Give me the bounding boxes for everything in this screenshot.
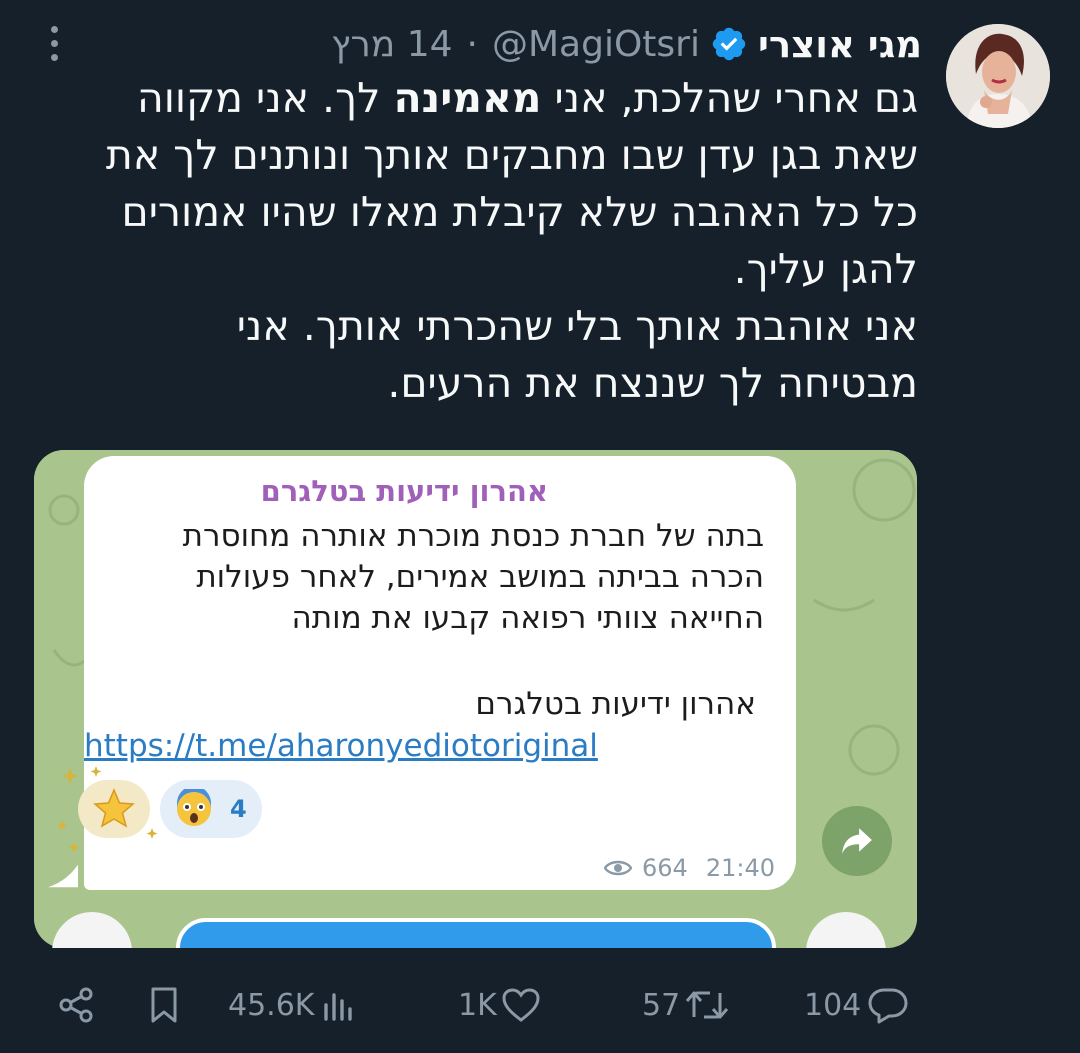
views-button[interactable]: 45.6K bbox=[228, 975, 358, 1035]
tweet-date[interactable]: 14 מרץ bbox=[331, 24, 452, 65]
views-icon bbox=[324, 993, 353, 1021]
retweet-icon bbox=[686, 991, 729, 1019]
message-line: החייאה צוותי רפואה קבעו את מותה bbox=[291, 600, 764, 636]
tweet-line: להגן עליך. bbox=[733, 245, 918, 293]
reaction-fearful[interactable]: 4 bbox=[160, 780, 262, 838]
tweet-line: אני אוהבת אותך בלי שהכרתי אותך. אני bbox=[236, 302, 918, 350]
share-arrow-icon[interactable] bbox=[822, 806, 892, 876]
media-clip-left bbox=[0, 450, 34, 950]
message-line: הכרה בביתה במושב אמירים, לאחר פעולות bbox=[196, 559, 764, 595]
views-count: 45.6K bbox=[228, 987, 315, 1023]
like-button[interactable]: 1K bbox=[458, 975, 541, 1035]
more-options-icon[interactable] bbox=[46, 26, 62, 66]
tweet-text-segment: לך. אני מקווה bbox=[136, 74, 394, 122]
like-icon bbox=[502, 988, 540, 1022]
telegram-message-text: בתה של חברת כנסת מוכרת אותרה מחוסרת הכרה… bbox=[84, 516, 764, 639]
message-time: 21:40 bbox=[705, 854, 775, 882]
avatar[interactable] bbox=[946, 24, 1050, 128]
verified-icon bbox=[710, 25, 748, 63]
tweet-line: כל כל האהבה שלא קיבלת מאלו שהיו אמורים bbox=[121, 188, 918, 236]
telegram-signature: אהרון ידיעות בטלגרם bbox=[475, 686, 756, 722]
bubble-tail bbox=[48, 864, 78, 888]
likes-count: 1K bbox=[458, 987, 497, 1023]
tweet-action-bar: 45.6K 1K 57 104 bbox=[0, 975, 1080, 1035]
reaction-star[interactable] bbox=[78, 780, 150, 838]
view-count: 664 bbox=[642, 854, 688, 882]
replies-count: 104 bbox=[804, 987, 862, 1023]
reaction-count: 4 bbox=[230, 795, 247, 823]
message-line: בתה של חברת כנסת מוכרת אותרה מחוסרת bbox=[182, 518, 764, 554]
telegram-channel-name[interactable]: אהרון ידיעות בטלגרם bbox=[261, 474, 548, 508]
reply-button[interactable]: 104 bbox=[804, 975, 909, 1035]
tweet-bold-word: מאמינה bbox=[393, 74, 542, 122]
author-name[interactable]: מגי אוצרי bbox=[758, 23, 922, 66]
share-icon[interactable] bbox=[56, 975, 96, 1035]
bookmark-icon[interactable] bbox=[148, 975, 180, 1035]
eye-icon bbox=[604, 860, 632, 876]
retweets-count: 57 bbox=[642, 987, 681, 1023]
screaming-face-icon bbox=[177, 789, 211, 826]
message-meta: 664 21:40 bbox=[604, 852, 775, 884]
author-handle[interactable]: @MagiOtsri bbox=[492, 24, 700, 65]
tweet-text: גם אחרי שהלכת, אני מאמינה לך. אני מקווה … bbox=[28, 70, 918, 412]
media-clip-right bbox=[917, 450, 1080, 950]
tweet-line: גם אחרי שהלכת, אני מאמינה לך. אני מקווה bbox=[28, 70, 918, 127]
retweet-button[interactable]: 57 bbox=[642, 975, 730, 1035]
separator-dot: · bbox=[466, 23, 478, 65]
tweet-line: שאת בגן עדן שבו מחבקים אותך ונותנים לך א… bbox=[105, 131, 918, 179]
reply-icon bbox=[868, 988, 908, 1024]
tweet-text-segment: גם אחרי שהלכת, אני bbox=[541, 74, 919, 122]
star-icon bbox=[93, 788, 135, 828]
tweet-header: מגי אוצרי @MagiOtsri · 14 מרץ bbox=[331, 22, 922, 66]
tweet-line: מבטיחה לך שננצח את הרעים. bbox=[387, 359, 918, 407]
